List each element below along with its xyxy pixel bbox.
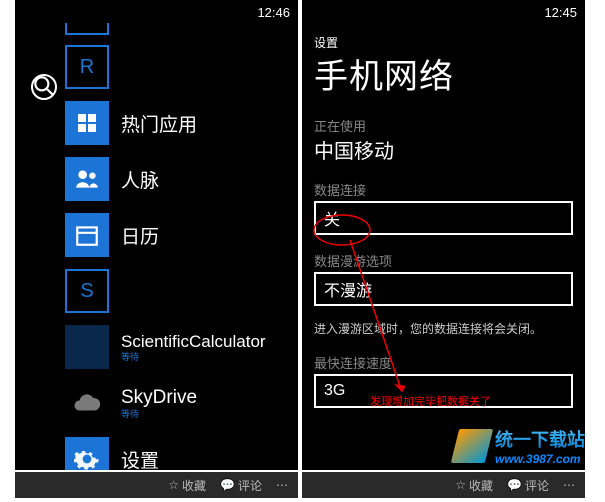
data-connection-label: 数据连接 xyxy=(314,180,573,199)
page-title: 手机网络 xyxy=(314,49,573,98)
speed-label: 最快连接速度 xyxy=(314,353,573,372)
store-icon xyxy=(65,101,109,145)
select-value: 3G xyxy=(324,382,345,400)
app-label: ScientificCalculator xyxy=(121,332,266,352)
more-button[interactable]: ⋯ xyxy=(563,478,575,492)
status-bar: 12:46 xyxy=(15,0,298,22)
article-toolbar-right: ☆ 收藏 💬 评论 ⋯ xyxy=(302,472,585,498)
prev-letter-tile[interactable] xyxy=(65,23,109,35)
app-label: 人脉 xyxy=(121,166,159,193)
clock: 12:45 xyxy=(544,5,577,20)
app-hot[interactable]: 热门应用 xyxy=(65,98,294,148)
app-label: 设置 xyxy=(121,446,159,471)
carrier-label: 正在使用 xyxy=(314,116,573,135)
pending-icon xyxy=(65,325,109,369)
app-label: SkyDrive xyxy=(121,387,197,409)
app-skydrive[interactable]: SkyDrive 等待 xyxy=(65,378,294,428)
watermark-url: www.3987.com xyxy=(495,452,585,466)
calendar-icon xyxy=(65,213,109,257)
jump-letter-r[interactable]: R xyxy=(65,42,294,92)
app-settings[interactable]: 设置 xyxy=(65,434,294,470)
clock: 12:46 xyxy=(257,5,290,20)
app-calendar[interactable]: 日历 xyxy=(65,210,294,260)
search-button[interactable] xyxy=(31,74,57,100)
fav-button[interactable]: ☆ 收藏 xyxy=(455,477,493,494)
article-toolbar-left: ☆ 收藏 💬 评论 ⋯ xyxy=(15,472,298,498)
app-label: 日历 xyxy=(121,222,159,249)
select-value: 关 xyxy=(324,206,340,230)
annotation-text: 发现增加完毕把数据关了 xyxy=(370,393,491,409)
jump-letter-s[interactable]: S xyxy=(65,266,294,316)
data-connection-select[interactable]: 关 xyxy=(314,201,573,235)
more-button[interactable]: ⋯ xyxy=(276,478,288,492)
status-bar: 12:45 xyxy=(302,0,585,22)
letter-tile: S xyxy=(65,269,109,313)
search-icon xyxy=(31,73,57,102)
watermark-logo-icon xyxy=(451,429,493,463)
select-value: 不漫游 xyxy=(324,277,372,301)
gear-icon xyxy=(65,437,109,470)
comment-button[interactable]: 💬 评论 xyxy=(507,477,549,494)
roaming-select[interactable]: 不漫游 xyxy=(314,272,573,306)
roaming-label: 数据漫游选项 xyxy=(314,251,573,270)
app-people[interactable]: 人脉 xyxy=(65,154,294,204)
roaming-note: 进入漫游区域时，您的数据连接将会关闭。 xyxy=(314,320,573,337)
letter-tile: R xyxy=(65,45,109,89)
people-icon xyxy=(65,157,109,201)
watermark-name: 统一下载站 xyxy=(495,426,585,452)
fav-button[interactable]: ☆ 收藏 xyxy=(168,477,206,494)
watermark: 统一下载站 www.3987.com xyxy=(455,426,585,466)
phone-app-list: 12:46 R 热门应用 xyxy=(15,0,298,470)
carrier-value: 中国移动 xyxy=(314,135,573,164)
app-label: 热门应用 xyxy=(121,110,197,137)
cloud-icon xyxy=(65,381,109,425)
app-scicalc[interactable]: ScientificCalculator 等待 xyxy=(65,322,294,372)
comment-button[interactable]: 💬 评论 xyxy=(220,477,262,494)
